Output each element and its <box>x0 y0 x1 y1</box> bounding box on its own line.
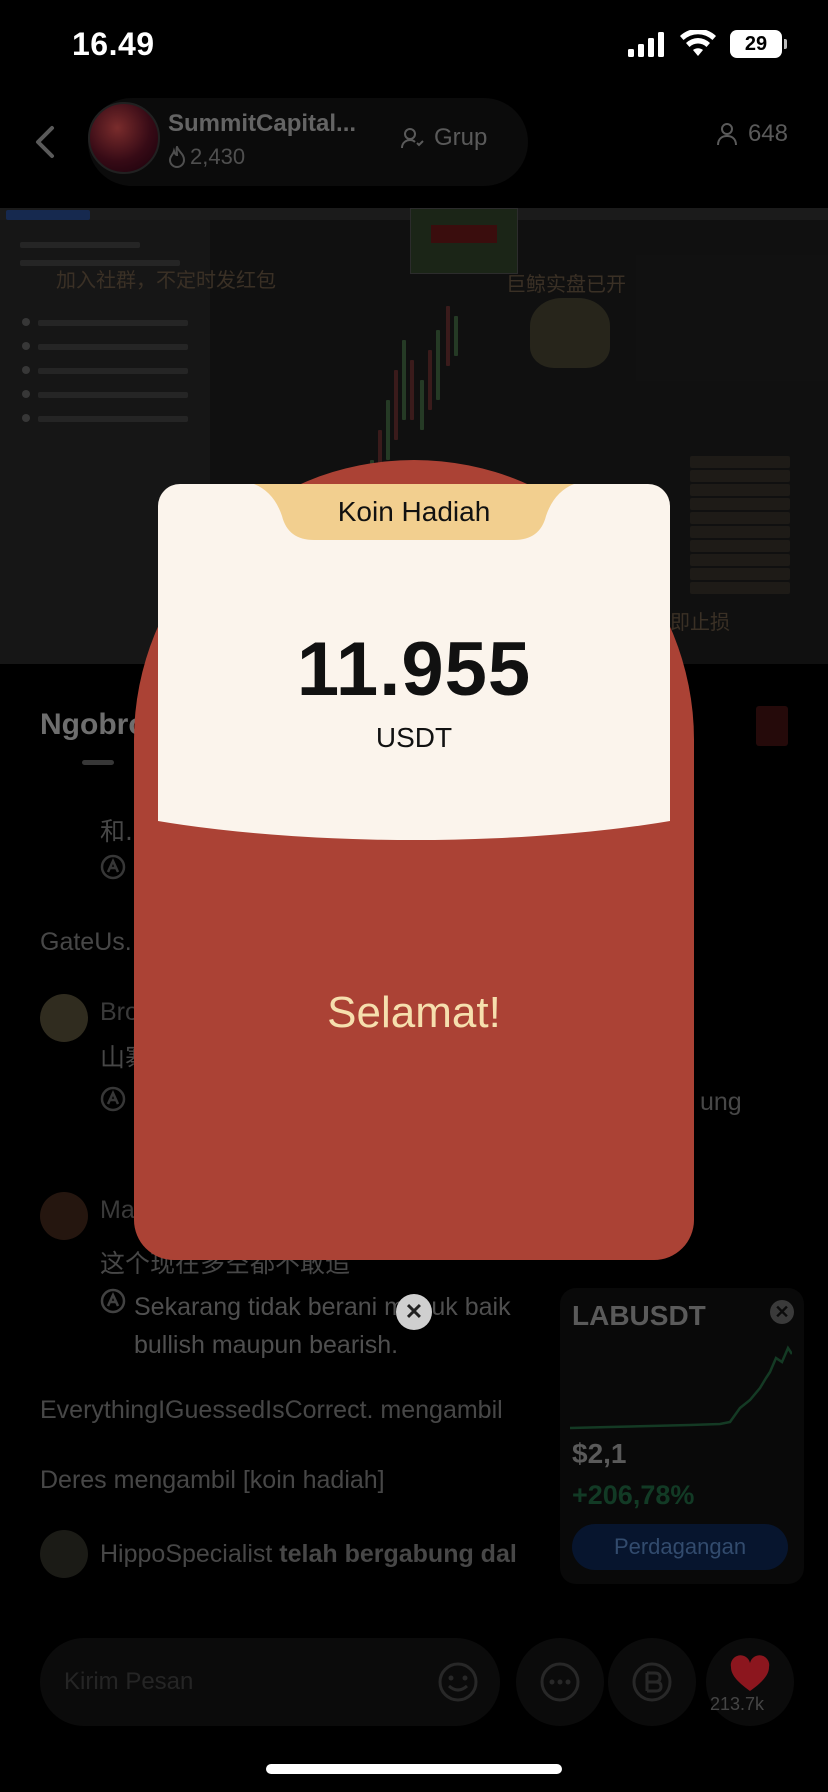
modal-title: Koin Hadiah <box>337 496 491 527</box>
battery-icon: 29 <box>730 30 787 58</box>
reward-currency: USDT <box>375 722 453 753</box>
status-time: 16.49 <box>72 26 155 62</box>
status-icons: 29 <box>628 30 787 58</box>
status-bar: 16.49 29 <box>0 0 828 90</box>
reward-modal: Koin Hadiah 11.955 USDT Selamat! <box>134 460 694 1260</box>
reward-amount: 11.955 <box>296 627 532 712</box>
modal-close-icon[interactable]: ✕ <box>396 1294 432 1330</box>
battery-level: 29 <box>744 32 768 55</box>
wifi-icon <box>680 30 716 56</box>
congrats-text: Selamat! <box>327 988 501 1037</box>
home-indicator[interactable] <box>266 1764 562 1774</box>
reward-card-curve <box>158 760 670 840</box>
signal-icon <box>628 32 664 57</box>
